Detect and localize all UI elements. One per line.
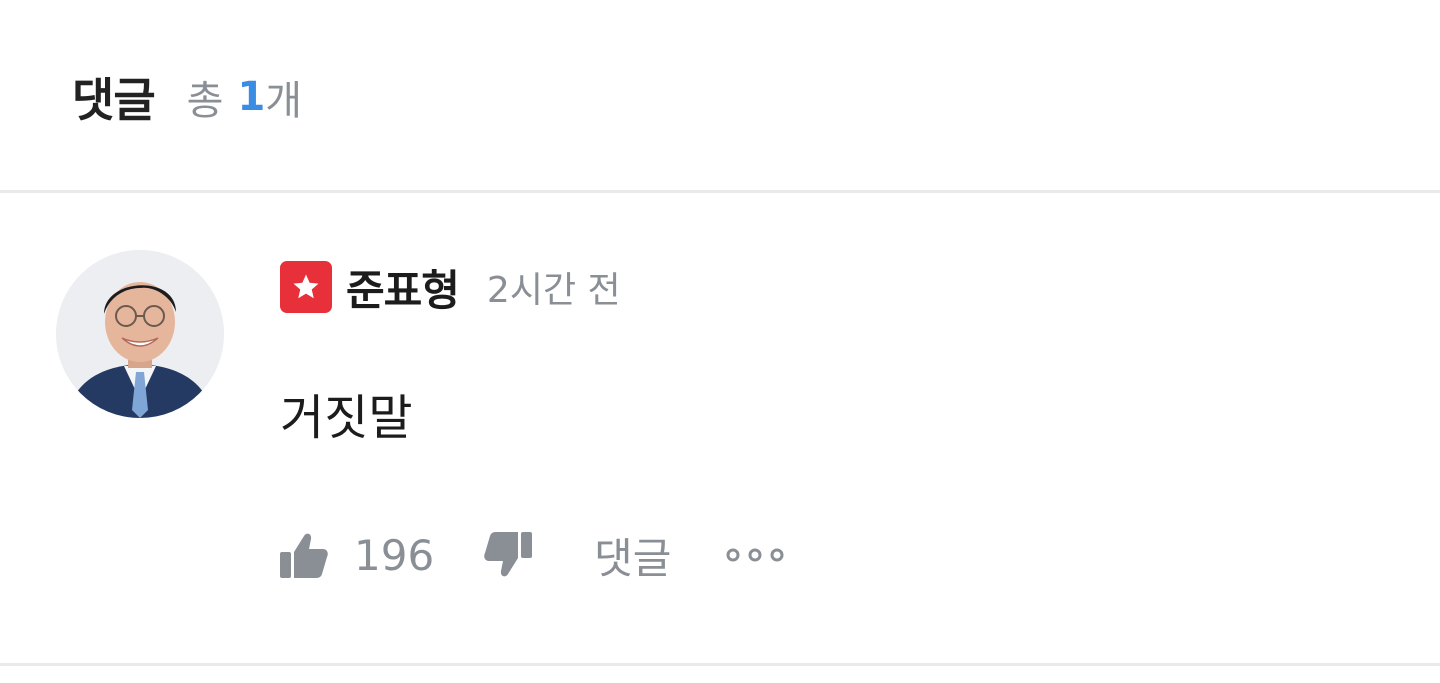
comment-count-prefix: 총	[186, 78, 224, 124]
comment-text: 거짓말	[280, 390, 413, 446]
thumbs-up-icon[interactable]	[280, 532, 328, 578]
comment-count-number: 1	[237, 74, 266, 120]
comment-divider	[0, 663, 1440, 666]
comment-count: 총 1 개	[187, 68, 302, 126]
header-divider	[0, 190, 1440, 193]
like-count: 196	[354, 530, 435, 580]
user-avatar[interactable]	[56, 250, 224, 418]
comment-count-suffix: 개	[265, 78, 303, 124]
comment-author-row: 준표형 2시간 전	[280, 256, 621, 318]
comments-title: 댓글	[72, 73, 156, 127]
comment-actions: 196 댓글	[280, 522, 785, 588]
comment-author-name[interactable]: 준표형	[346, 257, 460, 318]
comments-header: 댓글 총 1 개	[72, 62, 302, 132]
thumbs-down-icon[interactable]	[484, 532, 533, 578]
reply-button[interactable]: 댓글	[594, 525, 671, 586]
star-badge-icon	[280, 261, 332, 313]
comment-timestamp: 2시간 전	[486, 270, 621, 311]
more-dots-icon[interactable]	[725, 547, 785, 563]
